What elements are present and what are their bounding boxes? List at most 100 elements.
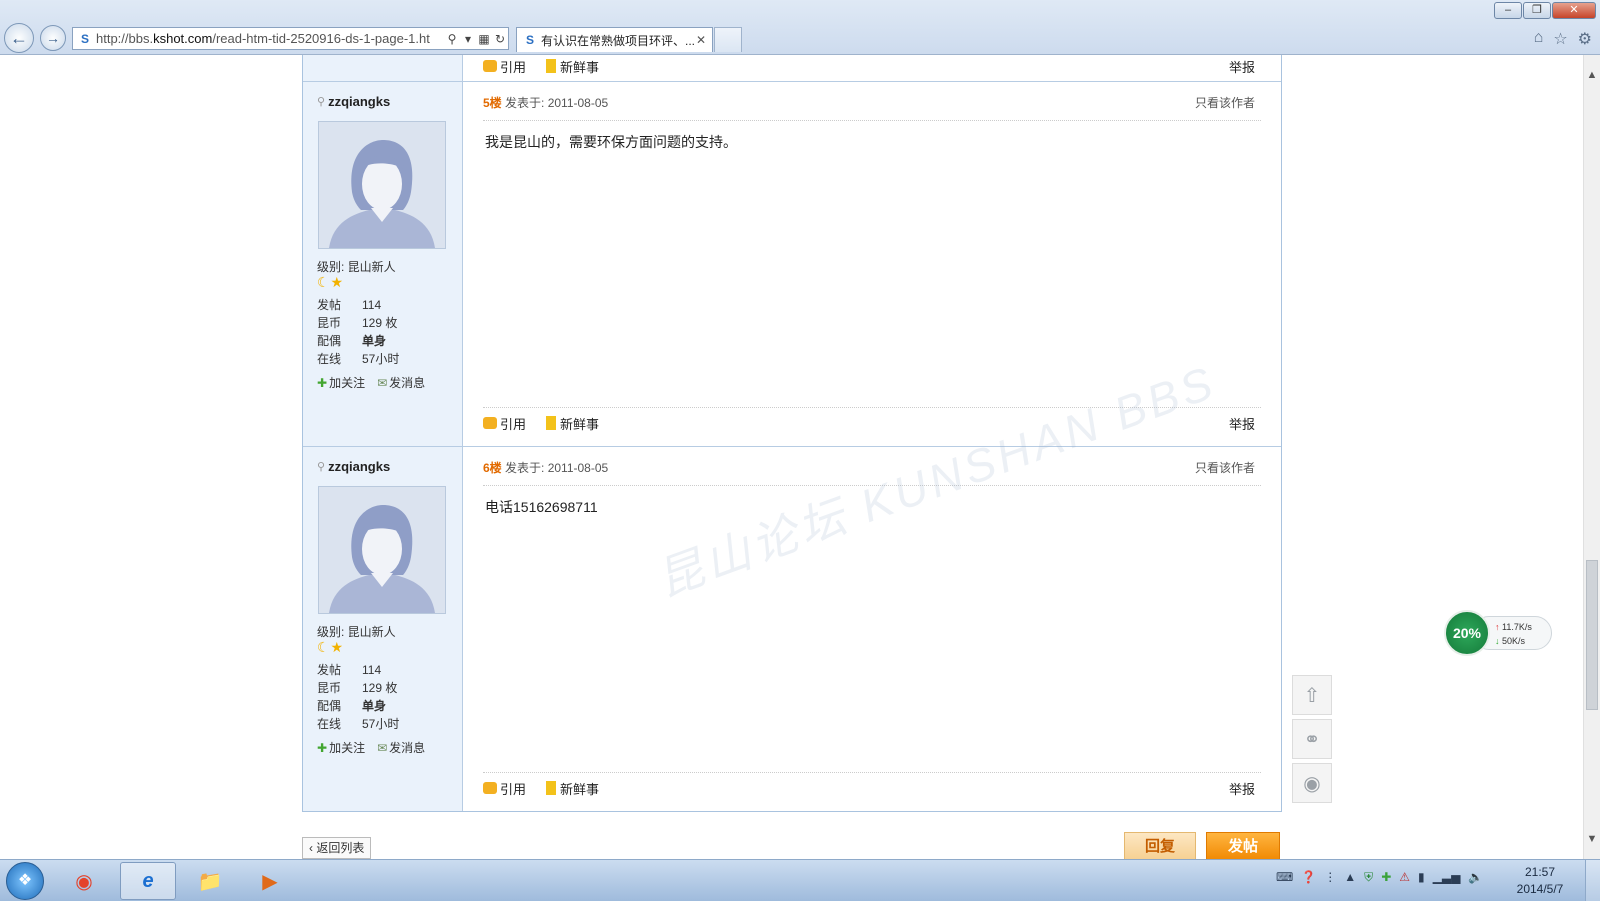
bluetooth-icon[interactable]: ⋮ bbox=[1324, 870, 1336, 885]
follow-button[interactable]: ✚ 加关注 bbox=[317, 374, 365, 391]
up-arrow-icon: ⇧ bbox=[1303, 684, 1321, 707]
post-content: 电话15162698711 bbox=[485, 499, 598, 515]
volume-icon[interactable]: 🔈 bbox=[1468, 870, 1483, 885]
stat-key: 在线 bbox=[317, 352, 342, 366]
start-button[interactable]: ❖ bbox=[6, 862, 44, 900]
settings-gear-icon[interactable]: ⚙ bbox=[1578, 29, 1592, 49]
stat-key: 发帖 bbox=[317, 298, 342, 312]
reply-button[interactable]: 回复 bbox=[1124, 832, 1196, 859]
quote-icon bbox=[483, 60, 497, 72]
browser-tab[interactable]: S 有认识在常熟做项目环评、... ✕ bbox=[516, 27, 713, 52]
window-controls: – ❐ ✕ bbox=[1493, 2, 1596, 19]
report-link[interactable]: 举报 bbox=[1229, 779, 1255, 798]
message-button[interactable]: ✉ 发消息 bbox=[377, 374, 425, 391]
taskbar-app-media[interactable]: ◉ bbox=[56, 862, 112, 900]
vertical-scrollbar[interactable]: ▲ ▼ bbox=[1583, 55, 1600, 859]
tab-close-icon[interactable]: ✕ bbox=[694, 33, 708, 47]
new-tab-button[interactable] bbox=[714, 27, 742, 52]
stat-value: 单身 bbox=[362, 334, 387, 348]
stat-row: 配偶 单身 bbox=[317, 332, 399, 350]
new-post-button[interactable]: 发帖 bbox=[1206, 832, 1280, 859]
site-favicon-icon: S bbox=[80, 31, 89, 46]
url-suffix: /read-htm-tid-2520916-ds-1-page-1.ht bbox=[212, 31, 430, 46]
report-link[interactable]: 举报 bbox=[1229, 414, 1255, 433]
page-viewport: 引用 新鲜事 举报 ⚲ zzqiangks 级别: 昆山新人 ☾★ 发帖 114… bbox=[0, 55, 1584, 859]
news-label: 新鲜事 bbox=[560, 59, 600, 75]
show-hidden-icons[interactable]: ▲ bbox=[1344, 870, 1356, 885]
address-url[interactable]: http://bbs.kshot.com/read-htm-tid-252091… bbox=[96, 31, 444, 46]
quote-button[interactable]: 引用 bbox=[483, 414, 526, 433]
taskbar-app-player[interactable]: ▶ bbox=[242, 862, 298, 900]
only-author-link[interactable]: 只看该作者 bbox=[1195, 94, 1255, 111]
antivirus-icon[interactable]: ✚ bbox=[1381, 870, 1391, 885]
news-button[interactable]: 新鲜事 bbox=[546, 414, 599, 433]
scroll-down-icon[interactable]: ▼ bbox=[1584, 831, 1600, 847]
scroll-up-icon[interactable]: ▲ bbox=[1584, 67, 1600, 83]
previous-post-footbar: 引用 新鲜事 举报 bbox=[483, 55, 1261, 81]
follow-button[interactable]: ✚ 加关注 bbox=[317, 739, 365, 756]
news-button[interactable]: 新鲜事 bbox=[546, 779, 599, 798]
stat-value: 57小时 bbox=[362, 352, 400, 366]
forward-button[interactable]: → bbox=[40, 25, 66, 51]
avatar[interactable] bbox=[318, 121, 446, 249]
security-shield-icon[interactable]: ⛨ bbox=[1364, 870, 1373, 885]
browser-chrome: ← → S http://bbs.kshot.com/read-htm-tid-… bbox=[0, 0, 1600, 55]
show-desktop-button[interactable] bbox=[1585, 860, 1600, 901]
quote-label: 引用 bbox=[500, 59, 527, 75]
back-button[interactable]: ← bbox=[4, 23, 34, 53]
upload-value: 11.7K/s bbox=[1502, 622, 1532, 632]
quote-button[interactable]: 引用 bbox=[483, 57, 526, 76]
message-label: 发消息 bbox=[389, 376, 426, 390]
follow-label: 加关注 bbox=[329, 741, 366, 755]
scroll-thumb[interactable] bbox=[1586, 560, 1598, 710]
network-speed-widget[interactable]: ↑ 11.7K/s ↓ 50K/s 20% bbox=[1444, 610, 1554, 656]
network-alert-icon[interactable]: ⚠ bbox=[1399, 870, 1410, 885]
news-button[interactable]: 新鲜事 bbox=[546, 57, 599, 76]
thread-bottom-bar: ‹ 返回列表 回复 发帖 bbox=[302, 832, 1282, 859]
search-icon[interactable]: ⚲ bbox=[444, 32, 460, 46]
stat-key: 昆币 bbox=[317, 316, 342, 330]
wechat-button[interactable]: ◉ bbox=[1292, 763, 1332, 803]
close-window-button[interactable]: ✕ bbox=[1552, 2, 1596, 19]
dropdown-icon[interactable]: ▾ bbox=[460, 32, 476, 46]
report-link[interactable]: 举报 bbox=[1229, 57, 1255, 76]
user-icon: ⚲ bbox=[317, 96, 326, 108]
compat-view-icon[interactable]: ▦ bbox=[476, 32, 492, 46]
author-name[interactable]: ⚲ zzqiangks bbox=[317, 94, 390, 109]
only-author-link[interactable]: 只看该作者 bbox=[1195, 459, 1255, 476]
avatar-silhouette-icon bbox=[319, 122, 445, 248]
address-bar[interactable]: S http://bbs.kshot.com/read-htm-tid-2520… bbox=[72, 27, 509, 50]
url-prefix: http://bbs. bbox=[96, 31, 154, 46]
favorites-star-icon[interactable]: ☆ bbox=[1553, 29, 1567, 49]
post-time: 发表于: 2011-08-05 bbox=[505, 461, 609, 475]
battery-icon[interactable]: ▮ bbox=[1418, 870, 1425, 885]
quote-button[interactable]: 引用 bbox=[483, 779, 526, 798]
floor-number[interactable]: 5楼 bbox=[483, 96, 502, 110]
customer-service-button[interactable]: ⚭ bbox=[1292, 719, 1332, 759]
keyboard-icon[interactable]: ⌨ bbox=[1276, 870, 1293, 885]
message-button[interactable]: ✉ 发消息 bbox=[377, 739, 425, 756]
post-footbar: 引用 新鲜事 举报 bbox=[483, 772, 1261, 803]
taskbar-clock[interactable]: 21:57 2014/5/7 bbox=[1508, 864, 1572, 898]
back-list-label: 返回列表 bbox=[316, 841, 365, 855]
back-to-list-button[interactable]: ‹ 返回列表 bbox=[302, 837, 372, 859]
home-icon[interactable]: ⌂ bbox=[1534, 29, 1544, 49]
help-icon[interactable]: ❓ bbox=[1301, 870, 1316, 885]
previous-post-footer: 引用 新鲜事 举报 bbox=[303, 55, 1281, 82]
minimize-button[interactable]: – bbox=[1494, 2, 1522, 19]
download-value: 50K/s bbox=[1502, 636, 1526, 646]
taskbar-app-ie[interactable]: e bbox=[120, 862, 176, 900]
back-to-top-button[interactable]: ⇧ bbox=[1292, 675, 1332, 715]
envelope-icon: ✉ bbox=[377, 741, 388, 755]
author-name[interactable]: ⚲ zzqiangks bbox=[317, 459, 390, 474]
avatar[interactable] bbox=[318, 486, 446, 614]
author-sidebar: ⚲zzqiangks 级别: 昆山新人 ☾★ 发帖 114 昆币 129 枚 bbox=[303, 82, 463, 446]
refresh-icon[interactable]: ↻ bbox=[492, 32, 508, 46]
signal-icon[interactable]: ▁▃▅ bbox=[1433, 870, 1461, 885]
taskbar-app-explorer[interactable]: 📁 bbox=[182, 862, 238, 900]
stat-key: 发帖 bbox=[317, 663, 342, 677]
stat-row: 在线 57小时 bbox=[317, 350, 399, 368]
restore-button[interactable]: ❐ bbox=[1523, 2, 1551, 19]
user-level: 级别: 昆山新人 bbox=[317, 260, 396, 274]
floor-number[interactable]: 6楼 bbox=[483, 461, 502, 475]
